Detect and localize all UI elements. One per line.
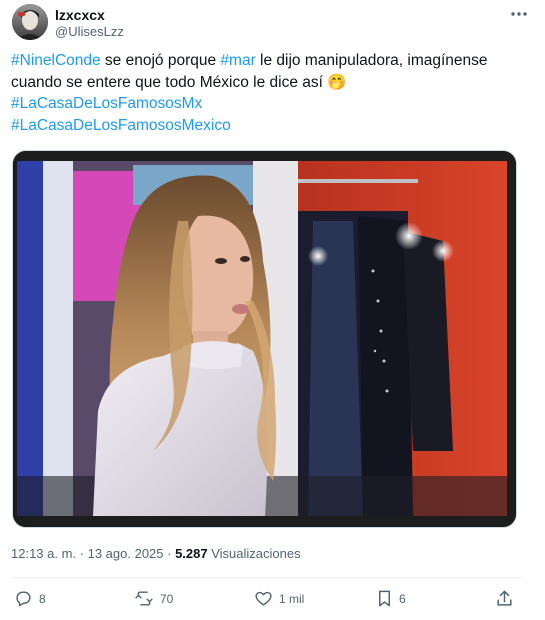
tweet-line: cuando se entere que todo México le dice… [11,72,521,94]
avatar[interactable] [12,4,48,40]
tweet-line: #NinelConde se enojó porque #mar le dijo… [11,50,521,72]
tweet-meta: 12:13 a. m. · 13 ago. 2025 · 5.287 Visua… [11,546,301,561]
like-count: 1 mil [279,591,305,606]
repost-button[interactable]: 70 [134,589,173,608]
display-name[interactable]: lzxcxcx [55,7,105,23]
meta-separator: · [76,546,88,561]
bookmark-icon [376,589,393,608]
hashtag-link[interactable]: #NinelConde [11,52,101,69]
action-bar: 8 70 1 mil 6 [0,585,545,615]
share-button[interactable] [495,589,514,608]
repost-icon [134,589,154,608]
share-icon [495,589,514,608]
reply-icon [14,589,33,608]
emoji: 🤭 [327,73,347,91]
tweet-date[interactable]: 13 ago. 2025 [88,546,164,561]
tweet-header: lzxcxcx @UlisesLzz [12,4,532,42]
tweet-line: #LaCasaDeLosFamososMexico [11,115,521,137]
user-handle[interactable]: @UlisesLzz [55,24,124,39]
tweet-photo[interactable] [12,150,517,528]
tweet-text-segment: se enojó porque [100,52,221,69]
reply-button[interactable]: 8 [14,589,46,608]
hashtag-link[interactable]: #LaCasaDeLosFamososMx [11,95,202,112]
bookmark-count: 6 [399,591,406,606]
divider [11,577,523,578]
heart-icon [254,589,273,608]
meta-separator: · [163,546,176,561]
tweet-time[interactable]: 12:13 a. m. [11,546,76,561]
reply-count: 8 [39,591,46,606]
tweet: lzxcxcx @UlisesLzz #NinelConde se enojó … [0,0,545,620]
tweet-text-segment: cuando se entere que todo México le dice… [11,73,328,91]
more-horizontal-icon[interactable] [506,4,532,24]
tweet-text-segment: le dijo manipuladora, imagínense [255,52,488,69]
hashtag-link[interactable]: #LaCasaDeLosFamososMexico [11,117,231,134]
hashtag-link[interactable]: #mar [220,52,255,69]
views-count: 5.287 [175,546,208,561]
repost-count: 70 [160,591,174,606]
like-button[interactable]: 1 mil [254,589,304,608]
tweet-text: #NinelConde se enojó porque #mar le dijo… [11,50,521,136]
bookmark-button[interactable]: 6 [376,589,406,608]
tweet-line: #LaCasaDeLosFamososMx [11,93,521,115]
views-label: Visualizaciones [207,546,301,561]
